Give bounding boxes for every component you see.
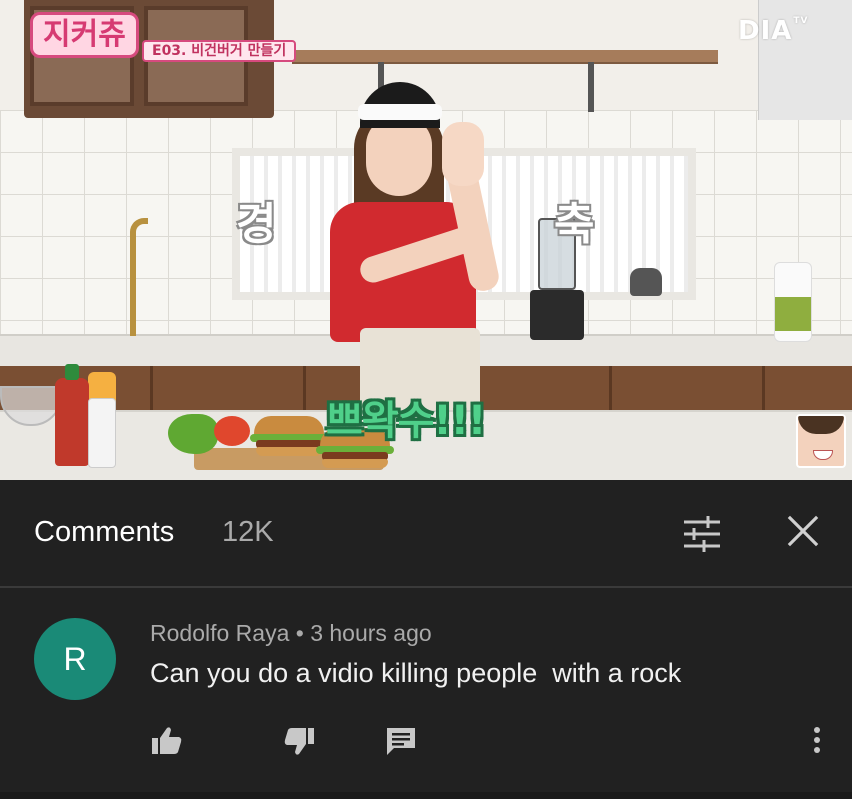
overlay-word-right: 축 — [554, 199, 595, 250]
bottom-bar — [0, 792, 852, 799]
video-player[interactable]: 지커츄 E03. 비건버거 만들기 DIATV 경 축 쁘왁수!!! — [0, 0, 852, 480]
thumbs-up-icon[interactable] — [150, 724, 184, 758]
sriracha-bottle — [55, 364, 89, 466]
channel-logo-suffix: TV — [793, 16, 809, 26]
shelf-bracket — [588, 62, 594, 112]
webcam-thumbnail — [796, 414, 846, 468]
comment-author[interactable]: Rodolfo Raya — [150, 620, 289, 646]
wall-shelf — [292, 50, 718, 64]
comment-text: Can you do a vidio killing people with a… — [150, 658, 682, 688]
comments-header: Comments 12K — [0, 480, 852, 586]
close-icon[interactable] — [784, 512, 822, 550]
comments-count: 12K — [222, 516, 274, 548]
show-logo: 지커츄 E03. 비건버거 만들기 — [30, 10, 297, 64]
avatar-letter: R — [63, 640, 87, 677]
comment-item: R Rodolfo Raya • 3 hours ago Can you do … — [0, 588, 852, 788]
channel-logo-text: DIA — [738, 16, 793, 46]
bottle-cap — [65, 364, 79, 380]
tomato — [214, 416, 250, 446]
blender-base — [530, 290, 584, 340]
episode-label: E03. 비건버거 만들기 — [142, 40, 297, 62]
sauce-bottle — [88, 398, 116, 468]
avatar[interactable]: R — [34, 618, 116, 700]
more-vert-icon[interactable] — [800, 724, 834, 758]
meta-separator: • — [295, 620, 304, 646]
thumbs-down-icon[interactable] — [282, 724, 316, 758]
comment-time: 3 hours ago — [310, 620, 432, 646]
reply-icon[interactable] — [384, 724, 418, 758]
lettuce — [168, 414, 218, 454]
cap-band — [358, 104, 442, 120]
burger — [250, 416, 328, 456]
kettle — [630, 268, 662, 296]
host-person — [330, 82, 530, 418]
clapping-hands — [442, 122, 484, 186]
show-logo-text: 지커츄 — [30, 12, 139, 58]
bottle — [774, 262, 812, 342]
sort-filter-icon[interactable] — [682, 516, 722, 552]
channel-logo: DIATV — [738, 16, 809, 46]
faucet — [130, 218, 148, 336]
overlay-word-left: 경 — [236, 199, 277, 250]
comments-title: Comments — [34, 516, 175, 548]
overlay-caption: 쁘왁수!!! — [326, 398, 486, 444]
bottle-label — [775, 297, 811, 331]
comment-meta: Rodolfo Raya • 3 hours ago — [150, 620, 432, 647]
face — [366, 116, 432, 196]
